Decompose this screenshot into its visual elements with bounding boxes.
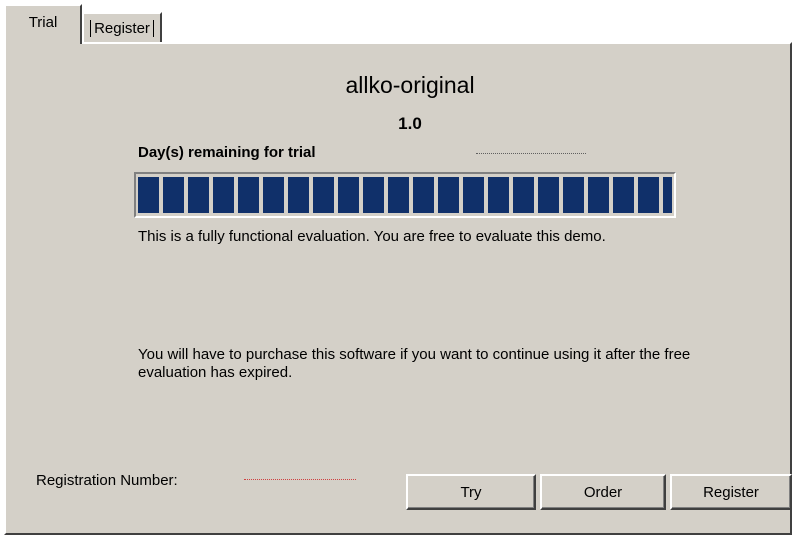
trial-progress-fill [138,177,672,213]
register-button[interactable]: Register [670,474,792,510]
trial-dialog: Trial Register allko-original 1.0 Day(s)… [0,0,798,537]
try-button[interactable]: Try [406,474,536,510]
evaluation-text: This is a fully functional evaluation. Y… [138,228,606,245]
app-version: 1.0 [398,114,422,133]
order-button[interactable]: Order [540,474,666,510]
days-remaining-value [476,150,586,154]
tab-register[interactable]: Register [82,12,162,42]
days-remaining-label: Day(s) remaining for trial [138,144,316,161]
registration-number-label: Registration Number: [36,472,178,489]
purchase-notice-text: You will have to purchase this software … [138,346,691,381]
tab-register-label: Register [90,19,154,37]
registration-number-value [244,476,356,480]
trial-progress-bar [134,172,676,218]
tab-trial[interactable]: Trial [4,4,82,44]
app-name: allko-original [345,72,475,98]
tab-trial-label: Trial [28,14,58,31]
